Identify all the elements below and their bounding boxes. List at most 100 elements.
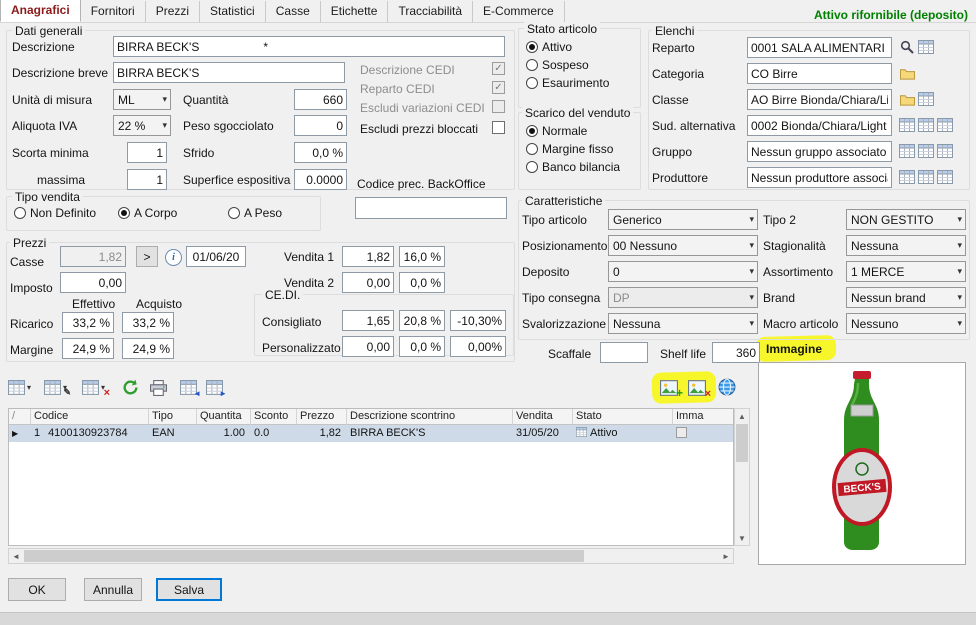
tipo-articolo-select[interactable]: Generico ▾ — [608, 209, 758, 230]
descrizione-breve-input[interactable] — [113, 62, 345, 83]
annulla-button[interactable]: Annulla — [84, 578, 142, 601]
macro-articolo-select[interactable]: Nessuno ▾ — [846, 313, 966, 334]
categoria-folder-icon[interactable] — [898, 64, 916, 82]
cell-tipo[interactable]: EAN — [149, 425, 197, 442]
radio-attivo[interactable]: Attivo — [526, 40, 572, 54]
gruppo-remove-icon[interactable] — [936, 142, 954, 160]
cell-vendita[interactable]: 31/05/20 — [513, 425, 573, 442]
refresh-button[interactable] — [122, 379, 139, 396]
export-grid-button[interactable]: ► — [206, 380, 223, 395]
gruppo-input[interactable] — [747, 141, 892, 162]
reparto-cedi-checkbox[interactable]: ✓ — [492, 81, 505, 94]
quantita-input[interactable] — [294, 89, 347, 110]
reparto-input[interactable] — [747, 37, 892, 58]
ricarico-effettivo-input[interactable] — [62, 312, 114, 333]
classe-folder-icon[interactable] — [898, 90, 916, 108]
print-button[interactable] — [150, 380, 167, 396]
produttore-remove-icon[interactable] — [936, 168, 954, 186]
tab-casse[interactable]: Casse — [266, 1, 321, 22]
tab-tracciabilita[interactable]: Tracciabilità — [388, 1, 473, 22]
table-vscrollbar[interactable]: ▲ ▼ — [734, 408, 750, 546]
assortimento-select[interactable]: 1 MERCE ▾ — [846, 261, 966, 282]
cell-codice[interactable]: 1 4100130923784 — [31, 425, 149, 442]
margine-effettivo-input[interactable] — [62, 338, 114, 359]
table-header-immagine[interactable]: Imma — [673, 409, 734, 425]
tab-ecommerce[interactable]: E-Commerce — [473, 1, 565, 22]
image-add-button[interactable]: + — [660, 380, 678, 396]
personalizzato-price-input[interactable] — [342, 336, 394, 357]
descrizione-input[interactable]: BIRRA BECK'S * — [113, 36, 505, 57]
gruppo-list-icon[interactable] — [898, 142, 916, 160]
produttore-list-icon[interactable] — [898, 168, 916, 186]
cell-immagine[interactable] — [673, 425, 734, 442]
sfrido-input[interactable] — [294, 142, 347, 163]
vscroll-thumb[interactable] — [736, 424, 748, 462]
descrizione-cedi-checkbox[interactable]: ✓ — [492, 62, 505, 75]
tab-fornitori[interactable]: Fornitori — [81, 1, 146, 22]
radio-a-corpo[interactable]: A Corpo — [118, 206, 177, 220]
table-header-prezzo[interactable]: Prezzo — [297, 409, 347, 425]
web-image-button[interactable] — [718, 378, 736, 396]
vendita1-pct-input[interactable] — [399, 246, 445, 267]
table-header-sconto[interactable]: Sconto — [251, 409, 297, 425]
radio-non-definito[interactable]: Non Definito — [14, 206, 96, 220]
unita-misura-select[interactable]: ML ▾ — [113, 89, 171, 110]
brand-select[interactable]: Nessun brand ▾ — [846, 287, 966, 308]
consigliato-price-input[interactable] — [342, 310, 394, 331]
scroll-up-button[interactable]: ▲ — [735, 409, 749, 423]
stagionalita-select[interactable]: Nessuna ▾ — [846, 235, 966, 256]
scorta-massima-input[interactable] — [127, 169, 167, 190]
scaffale-input[interactable] — [600, 342, 648, 363]
vendita2-pct-input[interactable] — [399, 272, 445, 293]
tab-prezzi[interactable]: Prezzi — [146, 1, 200, 22]
svalorizzazione-select[interactable]: Nessuna ▾ — [608, 313, 758, 334]
codice-backoffice-input[interactable] — [355, 197, 507, 219]
personalizzato-pct-input[interactable] — [399, 336, 445, 357]
vendita2-price-input[interactable] — [342, 272, 394, 293]
margine-acquisto-input[interactable] — [122, 338, 174, 359]
cell-quantita[interactable]: 1.00 — [197, 425, 251, 442]
deposito-select[interactable]: 0 ▾ — [608, 261, 758, 282]
produttore-input[interactable] — [747, 167, 892, 188]
scroll-right-button[interactable]: ► — [719, 549, 733, 563]
image-remove-button[interactable]: × — [688, 380, 706, 396]
classe-list-icon[interactable] — [917, 90, 935, 108]
casse-detail-button[interactable]: > — [136, 246, 158, 267]
radio-banco-bilancia[interactable]: Banco bilancia — [526, 160, 620, 174]
barcode-table[interactable]: / Codice Tipo Quantita Sconto Prezzo Des… — [8, 408, 734, 546]
scroll-left-button[interactable]: ◄ — [9, 549, 23, 563]
radio-a-peso[interactable]: A Peso — [228, 206, 282, 220]
table-header-codice[interactable]: Codice — [31, 409, 149, 425]
table-header-descrizione[interactable]: Descrizione scontrino — [347, 409, 513, 425]
import-grid-button[interactable]: ◄ — [180, 380, 197, 395]
imposto-input[interactable] — [60, 272, 126, 293]
ok-button[interactable]: OK — [8, 578, 66, 601]
tab-etichette[interactable]: Etichette — [321, 1, 389, 22]
aliquota-iva-select[interactable]: 22 % ▾ — [113, 115, 171, 136]
grid-edit-button[interactable]: ✎ ▾ — [44, 380, 67, 395]
salva-button[interactable]: Salva — [156, 578, 222, 601]
vendita1-price-input[interactable] — [342, 246, 394, 267]
produttore-add-icon[interactable] — [917, 168, 935, 186]
cell-stato[interactable]: Attivo — [573, 425, 673, 442]
posizionamento-select[interactable]: 00 Nessuno ▾ — [608, 235, 758, 256]
info-icon[interactable]: i — [165, 249, 182, 266]
radio-normale[interactable]: Normale — [526, 124, 587, 138]
ricarico-acquisto-input[interactable] — [122, 312, 174, 333]
radio-sospeso[interactable]: Sospeso — [526, 58, 589, 72]
classe-input[interactable] — [747, 89, 892, 110]
reparto-search-icon[interactable] — [898, 38, 916, 56]
sud-alternativa-input[interactable] — [747, 115, 892, 136]
reparto-list-icon[interactable] — [917, 38, 935, 56]
radio-margine-fisso[interactable]: Margine fisso — [526, 142, 613, 156]
grid-new-button[interactable]: ▾ — [8, 380, 31, 395]
gruppo-add-icon[interactable] — [917, 142, 935, 160]
tipo2-select[interactable]: NON GESTITO ▾ — [846, 209, 966, 230]
personalizzato-diff-input[interactable] — [450, 336, 506, 357]
escludi-variazioni-checkbox[interactable] — [492, 100, 505, 113]
superfice-espositiva-input[interactable] — [294, 169, 347, 190]
consigliato-pct-input[interactable] — [399, 310, 445, 331]
categoria-input[interactable] — [747, 63, 892, 84]
tab-anagrafici[interactable]: Anagrafici — [0, 0, 81, 22]
table-header-quantita[interactable]: Quantita — [197, 409, 251, 425]
